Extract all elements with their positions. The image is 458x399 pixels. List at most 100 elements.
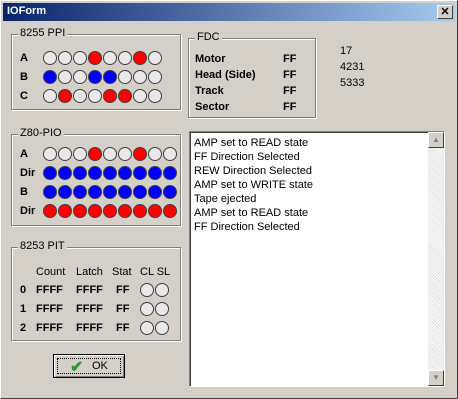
pio-led-indicator — [58, 204, 72, 218]
pit-stat-value: FF — [116, 303, 130, 315]
log-list-item[interactable]: FF Direction Selected — [194, 220, 313, 234]
window-title: IOForm — [7, 5, 47, 17]
pio-led-indicator — [148, 204, 162, 218]
focus-rect — [57, 358, 121, 374]
pit-cl-sl-leds — [140, 283, 169, 297]
pit-latch-value: FFFF — [76, 322, 103, 334]
log-list-item[interactable]: AMP set to WRITE state — [194, 178, 313, 192]
pio-led-indicator — [163, 166, 177, 180]
pit-stat-value: FF — [116, 322, 130, 334]
pio-led-indicator — [43, 185, 57, 199]
pio-led-indicator — [163, 204, 177, 218]
pio-led-row — [43, 204, 177, 218]
ppi-led-indicator — [103, 51, 117, 65]
pit-sl-indicator — [155, 321, 169, 335]
ppi-group-title: 8255 PPI — [18, 27, 68, 39]
pio-led-indicator — [43, 166, 57, 180]
log-list-item[interactable]: AMP set to READ state — [194, 136, 313, 150]
ok-button[interactable]: ✔ OK — [53, 354, 125, 378]
ok-button-label: OK — [92, 360, 108, 372]
pio-led-indicator — [133, 166, 147, 180]
log-list-item[interactable]: FF Direction Selected — [194, 150, 313, 164]
pio-led-indicator — [148, 185, 162, 199]
ppi-led-indicator — [133, 89, 147, 103]
ppi-row-label: C — [20, 90, 28, 102]
ppi-led-indicator — [148, 51, 162, 65]
pio-led-indicator — [58, 147, 72, 161]
ppi-led-row — [43, 70, 162, 84]
pio-led-indicator — [43, 147, 57, 161]
ppi-led-row — [43, 51, 162, 65]
fdc-label: Track — [195, 85, 224, 97]
pio-led-indicator — [58, 185, 72, 199]
pio-led-indicator — [88, 185, 102, 199]
pio-led-indicator — [118, 185, 132, 199]
pit-cl-sl-leds — [140, 302, 169, 316]
pio-row-label: Dir — [20, 205, 36, 217]
pio-led-indicator — [133, 147, 147, 161]
ppi-led-indicator — [58, 51, 72, 65]
ppi-led-indicator — [118, 70, 132, 84]
info-value: 17 — [340, 45, 353, 57]
pit-row-index: 2 — [20, 322, 27, 334]
pio-led-indicator — [133, 204, 147, 218]
ppi-led-indicator — [58, 89, 72, 103]
close-button[interactable]: ✕ — [437, 5, 453, 19]
ppi-led-indicator — [88, 70, 102, 84]
pit-cl-sl-leds — [140, 321, 169, 335]
scroll-down-button[interactable]: ▼ — [428, 370, 444, 386]
pio-led-indicator — [103, 204, 117, 218]
log-list-item[interactable]: AMP set to READ state — [194, 206, 313, 220]
pio-led-indicator — [163, 147, 177, 161]
fdc-value: FF — [283, 69, 297, 81]
ppi-led-indicator — [103, 89, 117, 103]
pio-led-row — [43, 147, 177, 161]
pio-led-indicator — [73, 185, 87, 199]
ppi-led-indicator — [118, 51, 132, 65]
ppi-group: 8255 PPI ABC — [11, 27, 181, 110]
ppi-led-indicator — [43, 51, 57, 65]
pit-row-index: 1 — [20, 303, 27, 315]
pio-led-indicator — [103, 166, 117, 180]
ppi-led-row — [43, 89, 162, 103]
pio-led-indicator — [118, 204, 132, 218]
fdc-group: FDC Motor FF Head (Side) FF Track FF Sector FF — [188, 31, 316, 118]
fdc-label: Motor — [195, 53, 226, 65]
pio-led-indicator — [43, 204, 57, 218]
pio-row-label: A — [20, 148, 28, 160]
fdc-group-title: FDC — [195, 31, 222, 43]
pit-group: 8253 PIT Count Latch Stat CL SL 0 FFFF FFF… — [11, 240, 181, 341]
pit-stat-value: FF — [116, 284, 130, 296]
ppi-led-indicator — [148, 89, 162, 103]
log-list-item[interactable]: REW Direction Selected — [194, 164, 313, 178]
ppi-led-indicator — [88, 89, 102, 103]
log-scrollbar[interactable]: ▲ ▼ — [428, 132, 444, 386]
title-bar[interactable]: IOForm ✕ — [3, 3, 455, 21]
ppi-led-indicator — [148, 70, 162, 84]
log-list-item[interactable]: Tape ejected — [194, 192, 313, 206]
pio-led-indicator — [163, 185, 177, 199]
pio-led-indicator — [103, 147, 117, 161]
pio-led-indicator — [103, 185, 117, 199]
pio-led-indicator — [118, 166, 132, 180]
pio-led-indicator — [133, 185, 147, 199]
pit-sl-indicator — [155, 302, 169, 316]
ppi-row-label: B — [20, 71, 28, 83]
ppi-led-indicator — [118, 89, 132, 103]
ioform-window: IOForm ✕ 8255 PPI ABC FDC Motor FF Head (S… — [0, 0, 458, 399]
ppi-led-indicator — [73, 51, 87, 65]
fdc-value: FF — [283, 101, 297, 113]
pio-led-indicator — [118, 147, 132, 161]
pio-group: Z80-PIO A Dir B Dir — [11, 127, 181, 226]
pio-group-title: Z80-PIO — [18, 127, 64, 139]
log-listbox[interactable]: AMP set to READ state FF Direction Select… — [189, 131, 445, 387]
fdc-label: Sector — [195, 101, 230, 113]
scroll-up-button[interactable]: ▲ — [428, 132, 444, 148]
pio-led-indicator — [88, 166, 102, 180]
fdc-label: Head (Side) — [195, 69, 256, 81]
pit-cl-indicator — [140, 302, 154, 316]
pio-led-row — [43, 166, 177, 180]
checkmark-icon: ✔ — [70, 359, 84, 376]
pit-count-value: FFFF — [36, 322, 63, 334]
pit-row-index: 0 — [20, 284, 27, 296]
